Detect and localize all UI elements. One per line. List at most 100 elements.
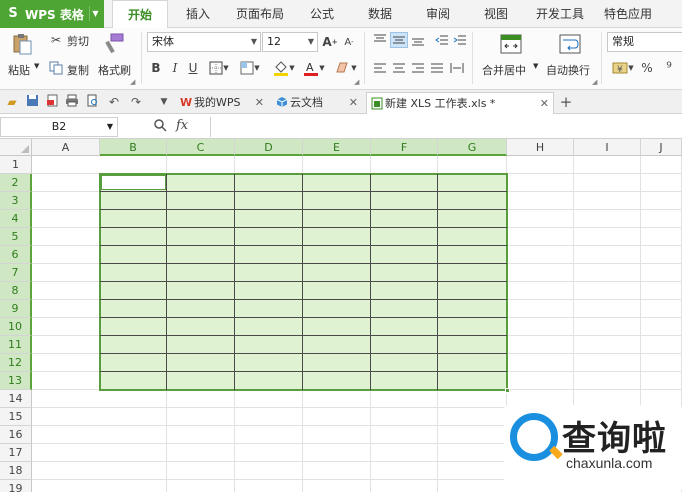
percent-icon[interactable]: % bbox=[640, 60, 654, 76]
name-box[interactable]: B2 ▼ bbox=[0, 117, 118, 137]
italic-icon[interactable]: I bbox=[168, 60, 182, 76]
justify-icon[interactable] bbox=[429, 61, 445, 75]
row-header-1[interactable]: 1 bbox=[0, 156, 32, 174]
undo-icon[interactable]: ↶ bbox=[106, 94, 122, 110]
decrease-indent-icon[interactable] bbox=[434, 33, 450, 47]
scissors-icon[interactable]: ✂ bbox=[48, 32, 64, 48]
paste-dropdown-icon[interactable]: ▼ bbox=[34, 62, 39, 70]
font-color-icon[interactable]: A ▼ bbox=[300, 60, 328, 76]
wrap-text-button[interactable]: 自动换行 bbox=[546, 62, 590, 78]
row-header-9[interactable]: 9 bbox=[0, 300, 32, 318]
column-header-j[interactable]: J bbox=[641, 139, 682, 156]
column-header-d[interactable]: D bbox=[235, 139, 303, 156]
alignment-launcher-icon[interactable]: ◢ bbox=[592, 78, 597, 86]
zoom-search-icon[interactable] bbox=[152, 118, 168, 134]
row-header-8[interactable]: 8 bbox=[0, 282, 32, 300]
new-tab-icon[interactable]: + bbox=[558, 94, 574, 110]
open-folder-icon[interactable]: ▰ bbox=[4, 94, 20, 110]
copy-icon[interactable] bbox=[48, 60, 64, 76]
tab-my-wps[interactable]: W 我的WPS ✕ bbox=[176, 92, 268, 114]
align-left-icon[interactable] bbox=[372, 61, 388, 75]
save-icon[interactable] bbox=[24, 94, 40, 110]
fill-color-icon[interactable]: ▼ bbox=[270, 60, 298, 76]
fx-icon[interactable]: fx bbox=[176, 118, 188, 133]
borders-icon[interactable]: ▼ bbox=[206, 60, 232, 76]
copy-button[interactable]: 复制 bbox=[67, 62, 89, 78]
paste-icon[interactable] bbox=[10, 32, 34, 56]
font-launcher-icon[interactable]: ◢ bbox=[354, 78, 359, 86]
tab-special[interactable]: 特色应用 bbox=[598, 0, 658, 28]
bold-icon[interactable]: B bbox=[149, 60, 163, 76]
decrease-font-icon[interactable]: A- bbox=[341, 34, 357, 50]
app-menu-button[interactable]: S WPS 表格 ▼ bbox=[0, 0, 104, 28]
close-icon[interactable]: ✕ bbox=[255, 92, 264, 114]
tab-data[interactable]: 数据 bbox=[356, 0, 404, 28]
row-header-2[interactable]: 2 bbox=[0, 174, 32, 192]
tab-view[interactable]: 视图 bbox=[472, 0, 520, 28]
column-header-f[interactable]: F bbox=[371, 139, 438, 156]
close-icon[interactable]: ✕ bbox=[349, 92, 358, 114]
row-header-13[interactable]: 13 bbox=[0, 372, 32, 390]
tab-review[interactable]: 审阅 bbox=[414, 0, 462, 28]
align-bottom-icon[interactable] bbox=[410, 33, 426, 47]
tab-page-layout[interactable]: 页面布局 bbox=[230, 0, 290, 28]
selected-range[interactable] bbox=[99, 173, 508, 391]
row-header-4[interactable]: 4 bbox=[0, 210, 32, 228]
column-header-b[interactable]: B bbox=[100, 139, 167, 156]
merge-center-icon[interactable] bbox=[499, 32, 523, 56]
row-header-3[interactable]: 3 bbox=[0, 192, 32, 210]
chevron-down-icon[interactable]: ▼ bbox=[533, 62, 538, 70]
print-preview-icon[interactable] bbox=[84, 94, 100, 110]
increase-indent-icon[interactable] bbox=[452, 33, 468, 47]
column-header-i[interactable]: I bbox=[574, 139, 641, 156]
row-header-18[interactable]: 18 bbox=[0, 462, 32, 480]
clear-format-icon[interactable]: ▼ bbox=[333, 60, 359, 76]
align-top-icon[interactable] bbox=[372, 33, 388, 47]
cell-style-icon[interactable]: ▼ bbox=[236, 60, 264, 76]
align-center-icon[interactable] bbox=[391, 61, 407, 75]
tab-developer[interactable]: 开发工具 bbox=[530, 0, 590, 28]
tab-workbook[interactable]: 新建 XLS 工作表.xls * ✕ bbox=[366, 92, 554, 114]
row-header-10[interactable]: 10 bbox=[0, 318, 32, 336]
chevron-down-icon[interactable]: ▼ bbox=[156, 94, 172, 110]
row-header-16[interactable]: 16 bbox=[0, 426, 32, 444]
formula-input[interactable] bbox=[210, 117, 682, 137]
column-header-g[interactable]: G bbox=[438, 139, 507, 156]
format-painter-button[interactable]: 格式刷 bbox=[98, 62, 131, 78]
active-cell[interactable] bbox=[101, 175, 166, 190]
column-header-h[interactable]: H bbox=[507, 139, 574, 156]
column-header-a[interactable]: A bbox=[32, 139, 100, 156]
row-header-6[interactable]: 6 bbox=[0, 246, 32, 264]
align-middle-icon[interactable] bbox=[390, 32, 408, 48]
row-header-7[interactable]: 7 bbox=[0, 264, 32, 282]
cut-button[interactable]: 剪切 bbox=[67, 33, 89, 49]
column-header-e[interactable]: E bbox=[303, 139, 371, 156]
underline-icon[interactable]: U bbox=[186, 60, 200, 76]
column-header-c[interactable]: C bbox=[167, 139, 235, 156]
currency-icon[interactable]: ¥ ▼ bbox=[609, 60, 637, 76]
format-painter-icon[interactable] bbox=[104, 32, 126, 56]
row-header-17[interactable]: 17 bbox=[0, 444, 32, 462]
number-format-select[interactable]: 常规 bbox=[607, 32, 682, 52]
tab-insert[interactable]: 插入 bbox=[172, 0, 224, 28]
align-right-icon[interactable] bbox=[410, 61, 426, 75]
export-pdf-icon[interactable] bbox=[44, 94, 60, 110]
row-header-5[interactable]: 5 bbox=[0, 228, 32, 246]
chevron-down-icon[interactable]: ▼ bbox=[107, 118, 113, 136]
row-header-19[interactable]: 19 bbox=[0, 480, 32, 492]
wrap-text-icon[interactable] bbox=[558, 32, 582, 56]
comma-style-icon[interactable]: ⁹ bbox=[662, 60, 676, 76]
tab-cloud-docs[interactable]: 云文档 ✕ bbox=[272, 92, 362, 114]
distributed-align-icon[interactable] bbox=[449, 61, 465, 75]
row-header-12[interactable]: 12 bbox=[0, 354, 32, 372]
tab-home[interactable]: 开始 bbox=[112, 0, 168, 29]
print-icon[interactable] bbox=[64, 94, 80, 110]
tab-formulas[interactable]: 公式 bbox=[298, 0, 346, 28]
redo-icon[interactable]: ↷ bbox=[128, 94, 144, 110]
row-header-15[interactable]: 15 bbox=[0, 408, 32, 426]
select-all-corner[interactable] bbox=[0, 139, 32, 156]
font-name-select[interactable]: 宋体 ▼ bbox=[147, 32, 261, 52]
clipboard-launcher-icon[interactable]: ◢ bbox=[130, 78, 135, 86]
paste-button[interactable]: 粘贴 bbox=[8, 62, 30, 78]
font-size-select[interactable]: 12 ▼ bbox=[262, 32, 318, 52]
